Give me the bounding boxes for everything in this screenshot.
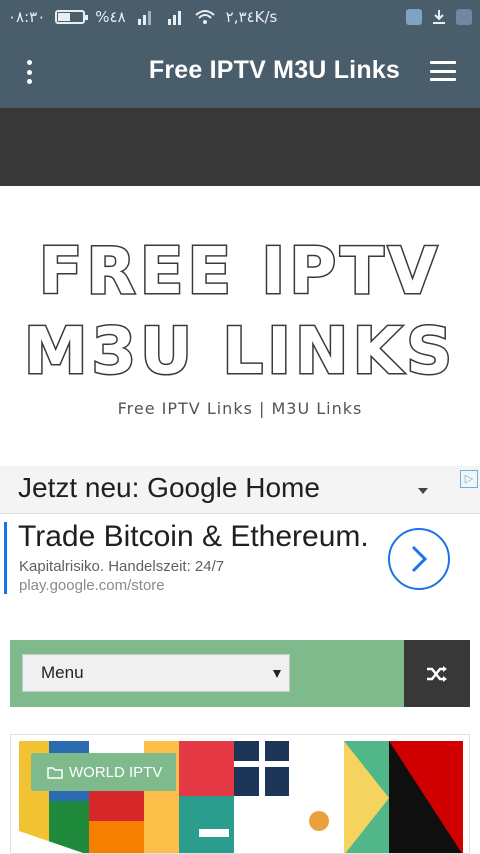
ad-header[interactable]: Jetzt neu: Google Home ▷ xyxy=(0,466,480,514)
ad-description: Kapitalrisiko. Handelszeit: 24/7 xyxy=(19,558,225,575)
chevron-down-icon xyxy=(273,670,281,678)
app-notification-icon xyxy=(406,9,422,25)
menu-select-label: Menu xyxy=(41,663,84,682)
app-bar: Free IPTV M3U Links xyxy=(0,34,480,108)
status-time: ٠٨:٣٠ xyxy=(8,8,46,26)
ad-open-button[interactable] xyxy=(388,528,450,590)
ad-choices-icon[interactable]: ▷ xyxy=(460,470,478,488)
category-badge[interactable]: WORLD IPTV xyxy=(31,753,177,791)
app-title: Free IPTV M3U Links xyxy=(148,56,400,84)
battery-icon xyxy=(55,10,89,24)
download-icon xyxy=(433,10,445,24)
random-post-button[interactable] xyxy=(404,640,470,707)
ad-url[interactable]: play.google.com/store xyxy=(19,577,165,594)
chevron-down-icon[interactable] xyxy=(418,488,428,494)
shuffle-icon xyxy=(427,665,447,682)
site-title[interactable]: FREE IPTV M3U LINKS xyxy=(0,232,480,392)
folder-icon xyxy=(47,766,63,779)
post-thumbnail[interactable]: WORLD IPTV xyxy=(19,741,463,853)
menu-bar: Menu xyxy=(10,640,470,707)
header-band xyxy=(0,108,480,186)
site-tagline: Free IPTV Links | M3U Links xyxy=(117,399,363,418)
status-right xyxy=(406,9,472,25)
menu-select[interactable]: Menu xyxy=(22,654,290,692)
site-title-line2: M3U LINKS xyxy=(22,314,457,391)
ad-banner[interactable]: Jetzt neu: Google Home ▷ Trade Bitcoin &… xyxy=(0,466,480,596)
status-left: ٠٨:٣٠ %٤٨ ٢,٣٤K/s xyxy=(8,8,277,26)
status-bar: ٠٨:٣٠ %٤٨ ٢,٣٤K/s xyxy=(0,0,480,34)
signal-icon-2 xyxy=(167,11,181,25)
wifi-icon xyxy=(195,10,215,24)
post-card[interactable]: WORLD IPTV xyxy=(10,734,470,854)
site-title-line1: FREE IPTV xyxy=(37,234,442,311)
ad-title[interactable]: Trade Bitcoin & Ethereum. xyxy=(18,520,369,554)
ad-headline: Jetzt neu: Google Home xyxy=(18,472,320,503)
signal-icon xyxy=(137,11,151,25)
battery-fill xyxy=(58,13,71,21)
hamburger-menu-icon[interactable] xyxy=(430,61,456,81)
category-label: WORLD IPTV xyxy=(69,763,163,781)
network-speed: ٢,٣٤K/s xyxy=(225,8,278,26)
battery-percent: %٤٨ xyxy=(95,8,126,26)
message-notification-icon xyxy=(456,9,472,25)
screen: ٠٨:٣٠ %٤٨ ٢,٣٤K/s Free IPTV M3U Links FR… xyxy=(0,0,480,854)
overflow-menu-icon[interactable] xyxy=(22,60,36,84)
ad-accent-bar xyxy=(4,522,7,594)
chevron-right-icon xyxy=(411,545,428,573)
